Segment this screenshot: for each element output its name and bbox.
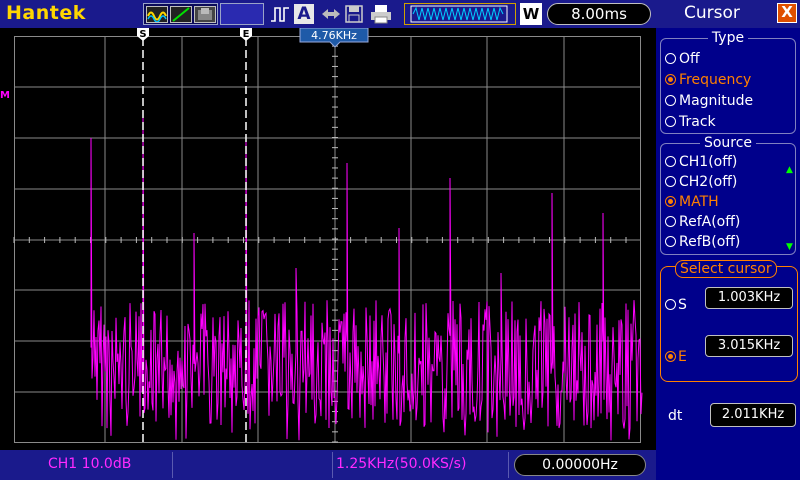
display-mode-icons[interactable] [143,3,218,25]
status-divider [172,452,173,478]
svg-text:S: S [139,29,146,40]
math-channel-marker[interactable]: M [0,90,10,101]
persistence-mode-icon[interactable] [194,6,216,23]
svg-text:4.76KHz: 4.76KHz [311,29,357,42]
source-option-ch2[interactable]: CH2(off) [665,174,737,190]
source-group-title: Source [699,135,757,151]
spectrum-display: S E 4.76KHz M [0,28,656,450]
ch1-scale-readout[interactable]: CH1 10.0dB [48,456,131,472]
radio-selected-icon [665,196,676,207]
cursor-menu-panel: Cursor X Type Off Frequency Magnitude Tr… [656,0,800,480]
type-option-frequency[interactable]: Frequency [665,72,751,88]
cursor-s-radio[interactable]: S [665,297,687,313]
type-option-magnitude[interactable]: Magnitude [665,93,753,109]
radio-icon [665,156,676,167]
trigger-edge-icon[interactable] [270,4,290,24]
radio-selected-icon [665,351,676,362]
panel-title: Cursor [684,3,740,23]
svg-text:E: E [243,29,250,40]
radio-icon [665,53,676,64]
cursor-s-value[interactable]: 1.003KHz [705,287,793,309]
save-icon[interactable] [344,4,364,24]
status-divider [508,452,509,478]
source-option-ch1[interactable]: CH1(off) [665,154,737,170]
timebase-readout[interactable]: 8.00ms [547,3,651,25]
top-status-bar: Hantek A W 8.00ms [0,0,656,28]
waveform-memory-bar[interactable] [404,3,516,25]
run-status-indicator [220,3,264,25]
cursor-e-radio[interactable]: E [665,349,687,365]
horizontal-scale-readout[interactable]: 1.25KHz(50.0KS/s) [336,456,466,472]
radio-icon [665,216,676,227]
bottom-status-bar: CH1 10.0dB 1.25KHz(50.0KS/s) 0.00000Hz [0,450,656,480]
radio-icon [665,176,676,187]
print-icon[interactable] [370,4,391,24]
coupling-arrows-icon[interactable] [320,4,340,24]
panel-header: Cursor X [656,0,800,28]
status-divider [332,452,333,478]
radio-icon [665,299,676,310]
type-option-off[interactable]: Off [665,51,700,67]
source-option-refb[interactable]: RefB(off) [665,234,740,250]
radio-icon [665,236,676,247]
delta-value: 2.011KHz [710,403,796,427]
cursor-e-value[interactable]: 3.015KHz [705,335,793,357]
brand-logo: Hantek [6,2,86,24]
window-zoom-icon[interactable]: W [520,3,542,25]
cursor-s-marker[interactable]: S [137,28,149,41]
source-option-refa[interactable]: RefA(off) [665,214,740,230]
select-cursor-group: Select cursor S 1.003KHz E 3.015KHz [660,260,798,382]
graticule-ticks [13,35,627,443]
type-option-track[interactable]: Track [665,114,716,130]
type-group-title: Type [707,30,749,46]
delta-label: dt [668,408,683,424]
source-option-math[interactable]: MATH [665,194,719,210]
frequency-counter-readout: 0.00000Hz [514,454,646,476]
radio-selected-icon [665,74,676,85]
cursor-type-group: Type Off Frequency Magnitude Track [660,30,796,134]
radio-icon [665,95,676,106]
scroll-up-icon[interactable]: ▲ [786,165,793,175]
scroll-down-icon[interactable]: ▼ [786,242,793,252]
close-button[interactable]: X [777,3,797,23]
waveform-mode-icon[interactable] [146,6,168,23]
cursor-source-group: Source CH1(off) CH2(off) MATH RefA(off) … [660,135,796,255]
cursor-e-marker[interactable]: E [240,28,252,41]
auto-trigger-icon[interactable]: A [294,4,314,24]
center-freq-marker[interactable]: 4.76KHz [299,28,369,48]
select-cursor-title: Select cursor [675,260,777,278]
radio-icon [665,116,676,127]
xy-mode-icon[interactable] [170,6,192,23]
